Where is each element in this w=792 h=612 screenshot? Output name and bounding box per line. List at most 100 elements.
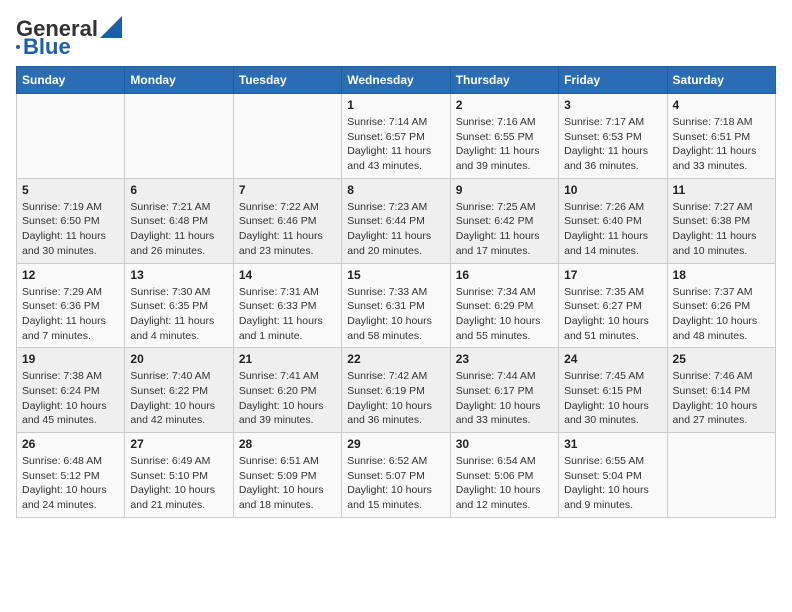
day-info: Sunrise: 7:44 AMSunset: 6:17 PMDaylight:… <box>456 369 553 428</box>
day-info: Sunrise: 7:45 AMSunset: 6:15 PMDaylight:… <box>564 369 661 428</box>
calendar-cell: 16 Sunrise: 7:34 AMSunset: 6:29 PMDayligh… <box>450 263 558 348</box>
day-info: Sunrise: 6:48 AMSunset: 5:12 PMDaylight:… <box>22 454 119 513</box>
calendar-cell: 6 Sunrise: 7:21 AMSunset: 6:48 PMDaylight… <box>125 178 233 263</box>
day-number: 25 <box>673 352 770 366</box>
weekday-header-wednesday: Wednesday <box>342 67 450 94</box>
day-number: 28 <box>239 437 336 451</box>
calendar-cell: 21 Sunrise: 7:41 AMSunset: 6:20 PMDayligh… <box>233 348 341 433</box>
day-info: Sunrise: 7:34 AMSunset: 6:29 PMDaylight:… <box>456 285 553 344</box>
calendar-cell: 27Sunrise: 6:49 AMSunset: 5:10 PMDayligh… <box>125 433 233 518</box>
day-info: Sunrise: 7:30 AMSunset: 6:35 PMDaylight:… <box>130 285 227 344</box>
calendar-cell: 23 Sunrise: 7:44 AMSunset: 6:17 PMDayligh… <box>450 348 558 433</box>
day-number: 7 <box>239 183 336 197</box>
day-number: 5 <box>22 183 119 197</box>
calendar-cell: 13 Sunrise: 7:30 AMSunset: 6:35 PMDayligh… <box>125 263 233 348</box>
day-info: Sunrise: 7:41 AMSunset: 6:20 PMDaylight:… <box>239 369 336 428</box>
day-number: 1 <box>347 98 444 112</box>
day-info: Sunrise: 7:29 AMSunset: 6:36 PMDaylight:… <box>22 285 119 344</box>
day-number: 4 <box>673 98 770 112</box>
day-info: Sunrise: 7:42 AMSunset: 6:19 PMDaylight:… <box>347 369 444 428</box>
day-number: 19 <box>22 352 119 366</box>
calendar-cell: 2 Sunrise: 7:16 AMSunset: 6:55 PMDaylight… <box>450 94 558 179</box>
day-info: Sunrise: 7:19 AMSunset: 6:50 PMDaylight:… <box>22 200 119 259</box>
calendar-cell: 17 Sunrise: 7:35 AMSunset: 6:27 PMDayligh… <box>559 263 667 348</box>
day-number: 15 <box>347 268 444 282</box>
day-info: Sunrise: 6:52 AMSunset: 5:07 PMDaylight:… <box>347 454 444 513</box>
calendar-cell: 8 Sunrise: 7:23 AMSunset: 6:44 PMDaylight… <box>342 178 450 263</box>
day-info: Sunrise: 7:38 AMSunset: 6:24 PMDaylight:… <box>22 369 119 428</box>
day-number: 6 <box>130 183 227 197</box>
calendar-cell: 5 Sunrise: 7:19 AMSunset: 6:50 PMDaylight… <box>17 178 125 263</box>
day-number: 18 <box>673 268 770 282</box>
day-number: 8 <box>347 183 444 197</box>
calendar-cell: 15 Sunrise: 7:33 AMSunset: 6:31 PMDayligh… <box>342 263 450 348</box>
day-number: 13 <box>130 268 227 282</box>
calendar-cell: 20 Sunrise: 7:40 AMSunset: 6:22 PMDayligh… <box>125 348 233 433</box>
day-number: 31 <box>564 437 661 451</box>
day-info: Sunrise: 6:54 AMSunset: 5:06 PMDaylight:… <box>456 454 553 513</box>
calendar-header-row: SundayMondayTuesdayWednesdayThursdayFrid… <box>17 67 776 94</box>
calendar-table: SundayMondayTuesdayWednesdayThursdayFrid… <box>16 66 776 518</box>
day-number: 26 <box>22 437 119 451</box>
day-number: 22 <box>347 352 444 366</box>
day-number: 10 <box>564 183 661 197</box>
calendar-cell: 1 Sunrise: 7:14 AMSunset: 6:57 PMDaylight… <box>342 94 450 179</box>
day-info: Sunrise: 7:17 AMSunset: 6:53 PMDaylight:… <box>564 115 661 174</box>
day-info: Sunrise: 7:18 AMSunset: 6:51 PMDaylight:… <box>673 115 770 174</box>
day-info: Sunrise: 7:37 AMSunset: 6:26 PMDaylight:… <box>673 285 770 344</box>
day-number: 21 <box>239 352 336 366</box>
page-header: General Blue <box>16 16 776 58</box>
day-info: Sunrise: 7:31 AMSunset: 6:33 PMDaylight:… <box>239 285 336 344</box>
day-number: 3 <box>564 98 661 112</box>
calendar-cell <box>233 94 341 179</box>
day-info: Sunrise: 7:23 AMSunset: 6:44 PMDaylight:… <box>347 200 444 259</box>
calendar-cell: 18 Sunrise: 7:37 AMSunset: 6:26 PMDayligh… <box>667 263 775 348</box>
calendar-cell: 22 Sunrise: 7:42 AMSunset: 6:19 PMDayligh… <box>342 348 450 433</box>
day-info: Sunrise: 6:49 AMSunset: 5:10 PMDaylight:… <box>130 454 227 513</box>
day-number: 30 <box>456 437 553 451</box>
weekday-header-friday: Friday <box>559 67 667 94</box>
calendar-cell: 26 Sunrise: 6:48 AMSunset: 5:12 PMDayligh… <box>17 433 125 518</box>
day-number: 24 <box>564 352 661 366</box>
calendar-cell: 29 Sunrise: 6:52 AMSunset: 5:07 PMDayligh… <box>342 433 450 518</box>
day-info: Sunrise: 7:35 AMSunset: 6:27 PMDaylight:… <box>564 285 661 344</box>
day-info: Sunrise: 7:40 AMSunset: 6:22 PMDaylight:… <box>130 369 227 428</box>
calendar-cell: 12Sunrise: 7:29 AMSunset: 6:36 PMDayligh… <box>17 263 125 348</box>
day-number: 20 <box>130 352 227 366</box>
day-info: Sunrise: 7:46 AMSunset: 6:14 PMDaylight:… <box>673 369 770 428</box>
calendar-week-5: 26 Sunrise: 6:48 AMSunset: 5:12 PMDayligh… <box>17 433 776 518</box>
calendar-week-4: 19 Sunrise: 7:38 AMSunset: 6:24 PMDayligh… <box>17 348 776 433</box>
calendar-cell: 14 Sunrise: 7:31 AMSunset: 6:33 PMDayligh… <box>233 263 341 348</box>
calendar-cell: 28 Sunrise: 6:51 AMSunset: 5:09 PMDayligh… <box>233 433 341 518</box>
day-info: Sunrise: 7:16 AMSunset: 6:55 PMDaylight:… <box>456 115 553 174</box>
calendar-cell <box>17 94 125 179</box>
weekday-header-monday: Monday <box>125 67 233 94</box>
logo: General Blue <box>16 16 122 58</box>
calendar-cell: 31 Sunrise: 6:55 AMSunset: 5:04 PMDayligh… <box>559 433 667 518</box>
day-number: 11 <box>673 183 770 197</box>
day-number: 2 <box>456 98 553 112</box>
day-info: Sunrise: 7:27 AMSunset: 6:38 PMDaylight:… <box>673 200 770 259</box>
calendar-cell <box>125 94 233 179</box>
day-info: Sunrise: 6:55 AMSunset: 5:04 PMDaylight:… <box>564 454 661 513</box>
weekday-header-sunday: Sunday <box>17 67 125 94</box>
calendar-cell <box>667 433 775 518</box>
day-info: Sunrise: 6:51 AMSunset: 5:09 PMDaylight:… <box>239 454 336 513</box>
day-number: 23 <box>456 352 553 366</box>
calendar-cell: 7Sunrise: 7:22 AMSunset: 6:46 PMDaylight… <box>233 178 341 263</box>
logo-blue-text: Blue <box>23 36 71 58</box>
calendar-week-2: 5 Sunrise: 7:19 AMSunset: 6:50 PMDaylight… <box>17 178 776 263</box>
weekday-header-thursday: Thursday <box>450 67 558 94</box>
day-info: Sunrise: 7:14 AMSunset: 6:57 PMDaylight:… <box>347 115 444 174</box>
calendar-week-3: 12Sunrise: 7:29 AMSunset: 6:36 PMDayligh… <box>17 263 776 348</box>
day-number: 14 <box>239 268 336 282</box>
day-number: 9 <box>456 183 553 197</box>
day-number: 17 <box>564 268 661 282</box>
day-number: 16 <box>456 268 553 282</box>
day-info: Sunrise: 7:33 AMSunset: 6:31 PMDaylight:… <box>347 285 444 344</box>
weekday-header-tuesday: Tuesday <box>233 67 341 94</box>
day-info: Sunrise: 7:21 AMSunset: 6:48 PMDaylight:… <box>130 200 227 259</box>
calendar-cell: 4 Sunrise: 7:18 AMSunset: 6:51 PMDaylight… <box>667 94 775 179</box>
calendar-week-1: 1 Sunrise: 7:14 AMSunset: 6:57 PMDaylight… <box>17 94 776 179</box>
day-number: 29 <box>347 437 444 451</box>
